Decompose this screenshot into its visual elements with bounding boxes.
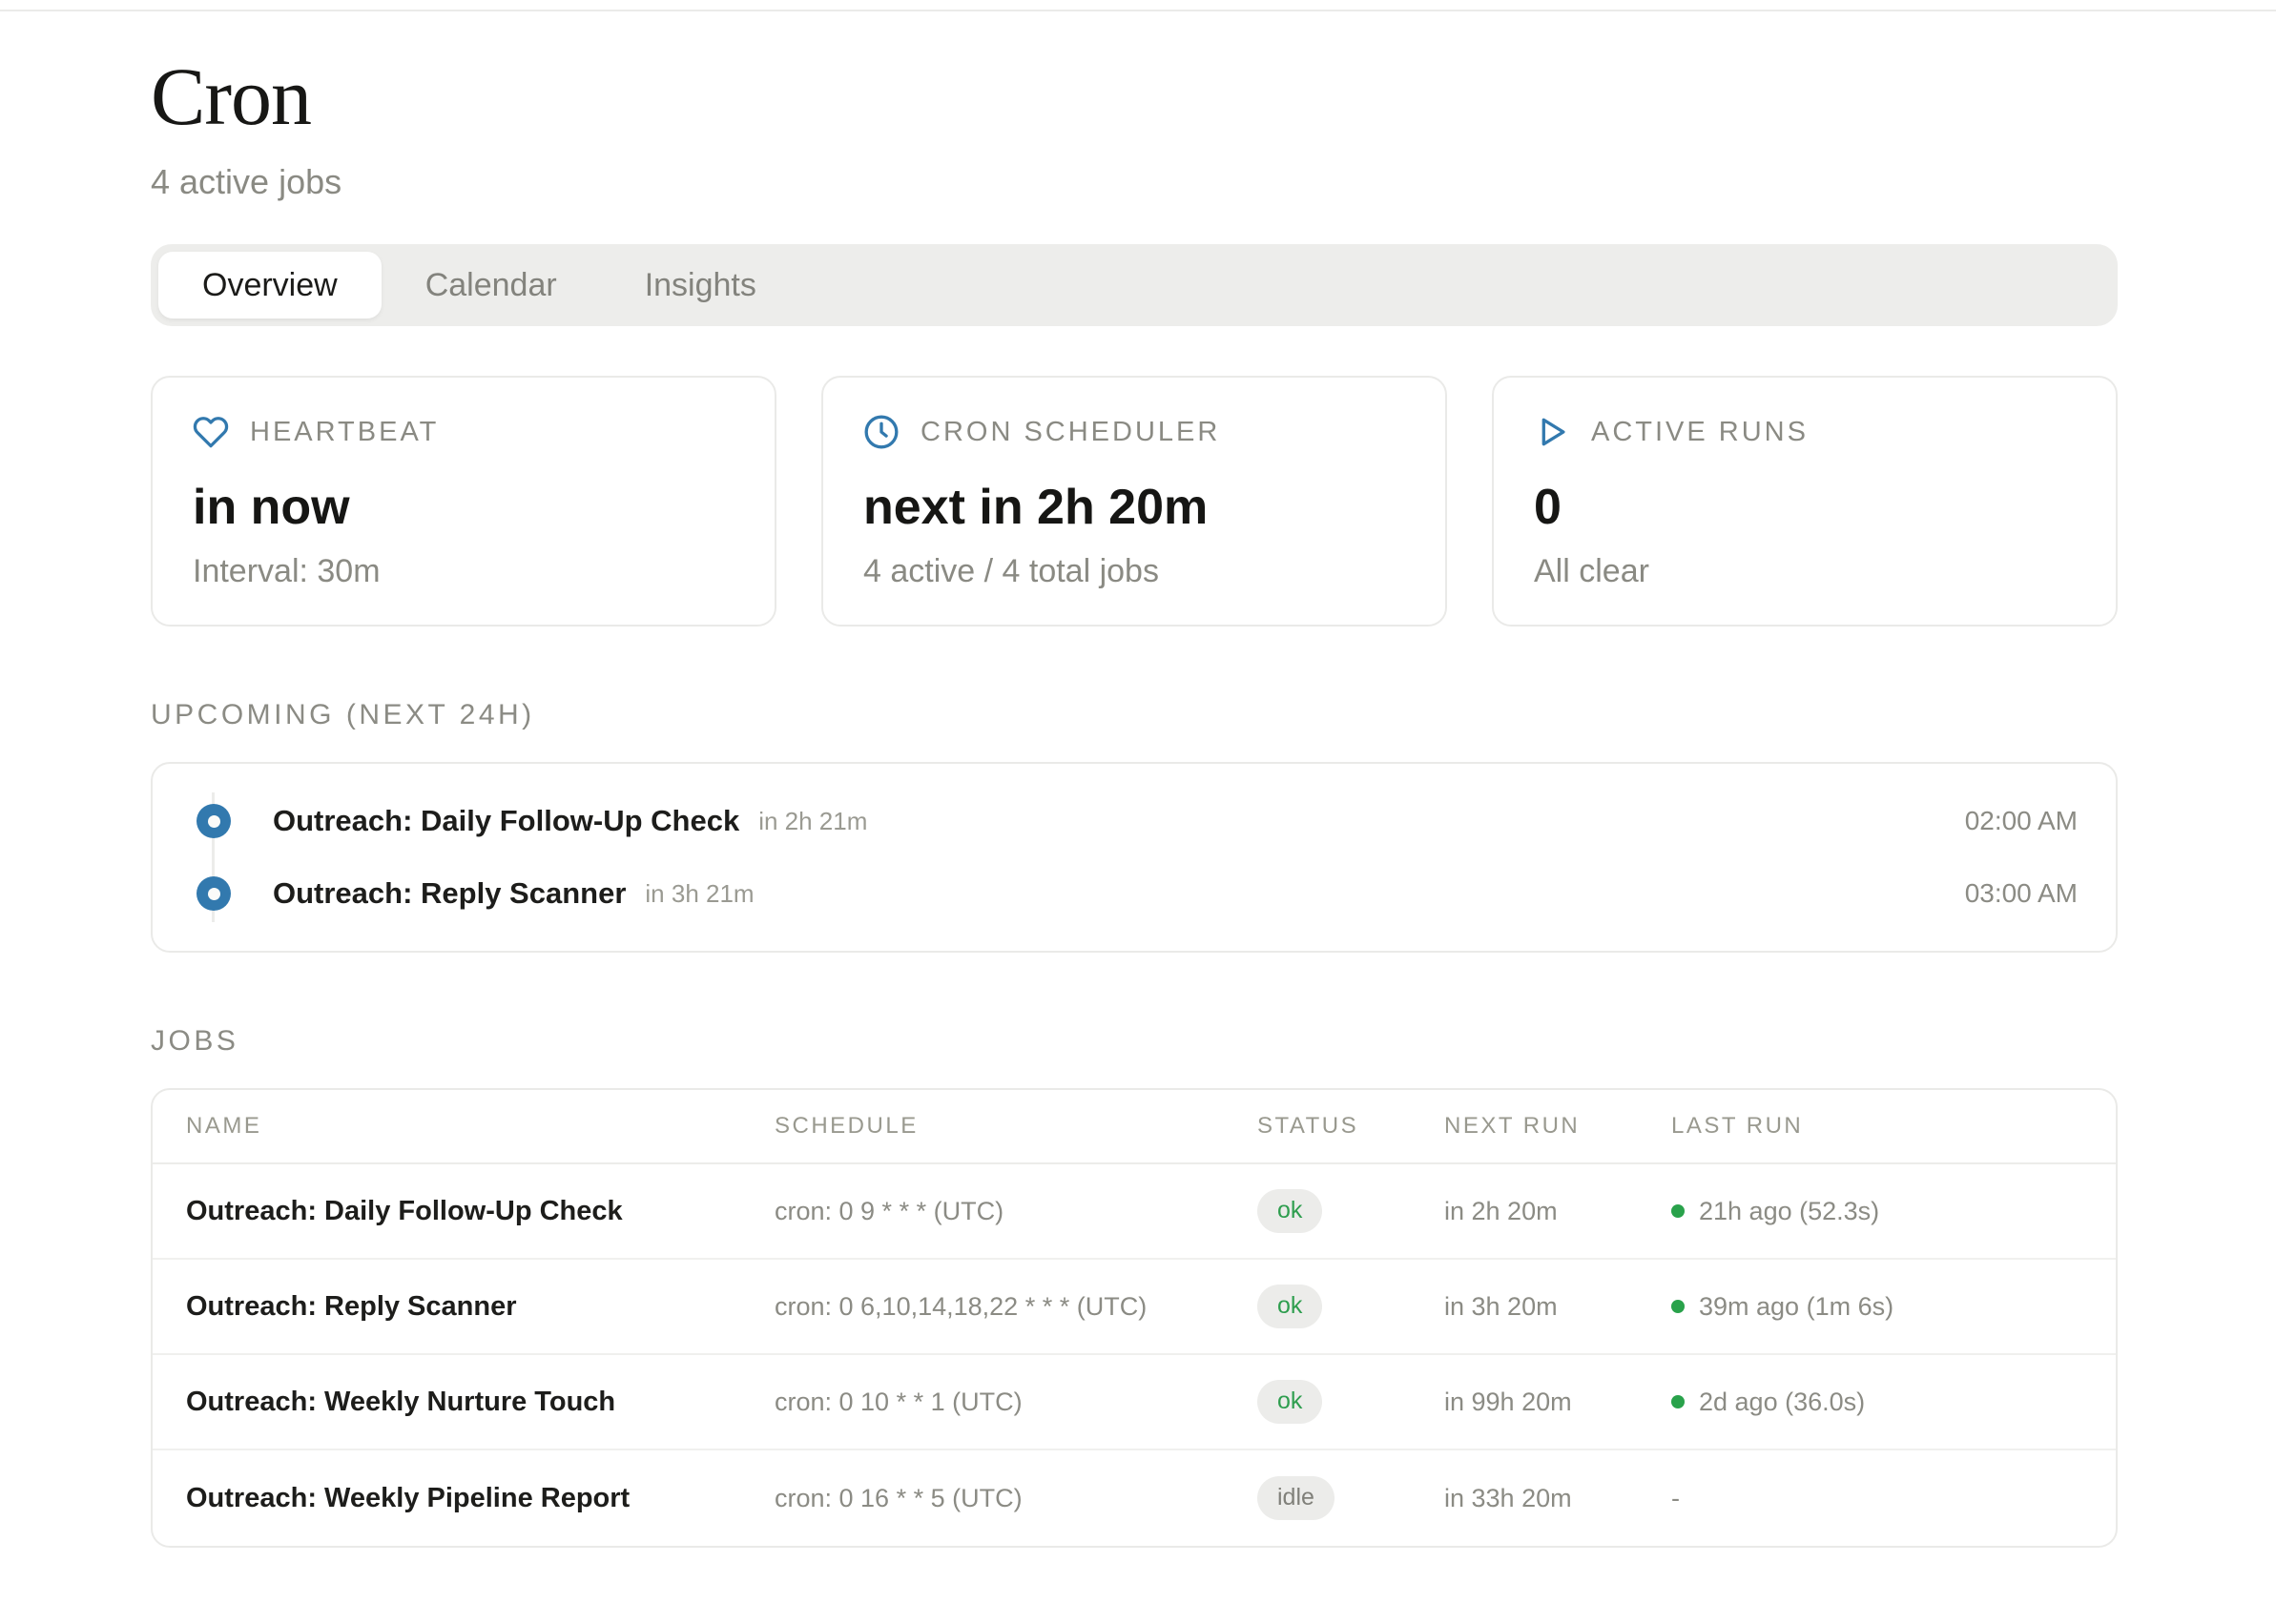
job-next-run: in 3h 20m	[1444, 1292, 1671, 1322]
heartbeat-card-header: HEARTBEAT	[193, 414, 735, 450]
job-name: Outreach: Weekly Pipeline Report	[186, 1483, 775, 1514]
cron-scheduler-card-label: CRON SCHEDULER	[921, 417, 1220, 448]
cron-scheduler-card: CRON SCHEDULER next in 2h 20m 4 active /…	[821, 376, 1447, 627]
column-header-schedule: SCHEDULE	[775, 1113, 1257, 1140]
heartbeat-card-sub: Interval: 30m	[193, 553, 735, 590]
table-row[interactable]: Outreach: Reply Scanner cron: 0 6,10,14,…	[153, 1260, 2116, 1355]
status-badge: idle	[1257, 1476, 1335, 1520]
upcoming-item[interactable]: Outreach: Reply Scanner in 3h 21m 03:00 …	[191, 857, 2078, 930]
upcoming-item-time: 03:00 AM	[1965, 878, 2078, 909]
upcoming-section-label: UPCOMING (NEXT 24H)	[151, 699, 2118, 731]
job-last-run: 21h ago (52.3s)	[1671, 1197, 2082, 1226]
status-badge: ok	[1257, 1380, 1322, 1424]
upcoming-item-time: 02:00 AM	[1965, 806, 2078, 836]
job-schedule: cron: 0 9 * * * (UTC)	[775, 1197, 1257, 1226]
column-header-next-run: NEXT RUN	[1444, 1113, 1671, 1140]
active-runs-card-sub: All clear	[1534, 553, 2076, 590]
job-last-run-text: 21h ago (52.3s)	[1699, 1197, 1879, 1226]
tab-insights[interactable]: Insights	[601, 252, 800, 319]
heart-icon	[193, 414, 229, 450]
page-top-divider	[0, 10, 2276, 11]
success-dot-icon	[1671, 1300, 1685, 1313]
job-next-run: in 33h 20m	[1444, 1484, 1671, 1513]
job-status-cell: ok	[1257, 1189, 1444, 1233]
job-schedule: cron: 0 16 * * 5 (UTC)	[775, 1484, 1257, 1513]
jobs-section-label: JOBS	[151, 1025, 2118, 1058]
heartbeat-card-label: HEARTBEAT	[250, 417, 439, 448]
page-subtitle: 4 active jobs	[151, 162, 2118, 202]
play-icon	[1534, 414, 1570, 450]
upcoming-list: Outreach: Daily Follow-Up Check in 2h 21…	[151, 762, 2118, 953]
job-name: Outreach: Daily Follow-Up Check	[186, 1196, 775, 1227]
tab-calendar[interactable]: Calendar	[382, 252, 601, 319]
upcoming-item-relative: in 3h 21m	[645, 879, 754, 909]
job-name: Outreach: Reply Scanner	[186, 1291, 775, 1323]
job-status-cell: ok	[1257, 1285, 1444, 1328]
page-title: Cron	[151, 55, 2118, 137]
upcoming-item-name: Outreach: Daily Follow-Up Check	[273, 804, 739, 838]
heartbeat-card: HEARTBEAT in now Interval: 30m	[151, 376, 776, 627]
jobs-table-header: NAME SCHEDULE STATUS NEXT RUN LAST RUN	[153, 1090, 2116, 1164]
job-last-run: 39m ago (1m 6s)	[1671, 1292, 2082, 1322]
jobs-table: NAME SCHEDULE STATUS NEXT RUN LAST RUN O…	[151, 1088, 2118, 1548]
column-header-name: NAME	[186, 1113, 775, 1140]
job-dot-icon	[197, 804, 231, 838]
clock-icon	[863, 414, 900, 450]
column-header-last-run: LAST RUN	[1671, 1113, 2082, 1140]
table-row[interactable]: Outreach: Daily Follow-Up Check cron: 0 …	[153, 1164, 2116, 1260]
upcoming-item-name: Outreach: Reply Scanner	[273, 876, 626, 911]
cron-scheduler-card-sub: 4 active / 4 total jobs	[863, 553, 1405, 590]
job-last-run-text: 39m ago (1m 6s)	[1699, 1292, 1893, 1322]
active-runs-card-label: ACTIVE RUNS	[1591, 417, 1809, 448]
success-dot-icon	[1671, 1204, 1685, 1218]
heartbeat-card-value: in now	[193, 479, 735, 536]
status-badge: ok	[1257, 1189, 1322, 1233]
job-last-run: 2d ago (36.0s)	[1671, 1388, 2082, 1417]
job-last-run-text: -	[1671, 1484, 1680, 1513]
job-dot-icon	[197, 876, 231, 911]
active-runs-card: ACTIVE RUNS 0 All clear	[1492, 376, 2118, 627]
cron-scheduler-card-header: CRON SCHEDULER	[863, 414, 1405, 450]
upcoming-item-relative: in 2h 21m	[758, 807, 867, 836]
job-status-cell: ok	[1257, 1380, 1444, 1424]
status-badge: ok	[1257, 1285, 1322, 1328]
cron-scheduler-card-value: next in 2h 20m	[863, 479, 1405, 536]
active-runs-card-header: ACTIVE RUNS	[1534, 414, 2076, 450]
upcoming-item[interactable]: Outreach: Daily Follow-Up Check in 2h 21…	[191, 785, 2078, 857]
job-status-cell: idle	[1257, 1476, 1444, 1520]
job-schedule: cron: 0 10 * * 1 (UTC)	[775, 1388, 1257, 1417]
job-schedule: cron: 0 6,10,14,18,22 * * * (UTC)	[775, 1292, 1257, 1322]
column-header-status: STATUS	[1257, 1113, 1444, 1140]
job-last-run: -	[1671, 1484, 2082, 1513]
active-runs-card-value: 0	[1534, 479, 2076, 536]
job-next-run: in 2h 20m	[1444, 1197, 1671, 1226]
stat-cards: HEARTBEAT in now Interval: 30m CRON SCHE…	[151, 376, 2118, 627]
tab-overview[interactable]: Overview	[158, 252, 382, 319]
success-dot-icon	[1671, 1395, 1685, 1408]
tab-bar: Overview Calendar Insights	[151, 244, 2118, 326]
table-row[interactable]: Outreach: Weekly Nurture Touch cron: 0 1…	[153, 1355, 2116, 1450]
cron-page: Cron 4 active jobs Overview Calendar Ins…	[0, 0, 2276, 1624]
table-row[interactable]: Outreach: Weekly Pipeline Report cron: 0…	[153, 1450, 2116, 1546]
job-last-run-text: 2d ago (36.0s)	[1699, 1388, 1865, 1417]
job-next-run: in 99h 20m	[1444, 1388, 1671, 1417]
job-name: Outreach: Weekly Nurture Touch	[186, 1387, 775, 1418]
